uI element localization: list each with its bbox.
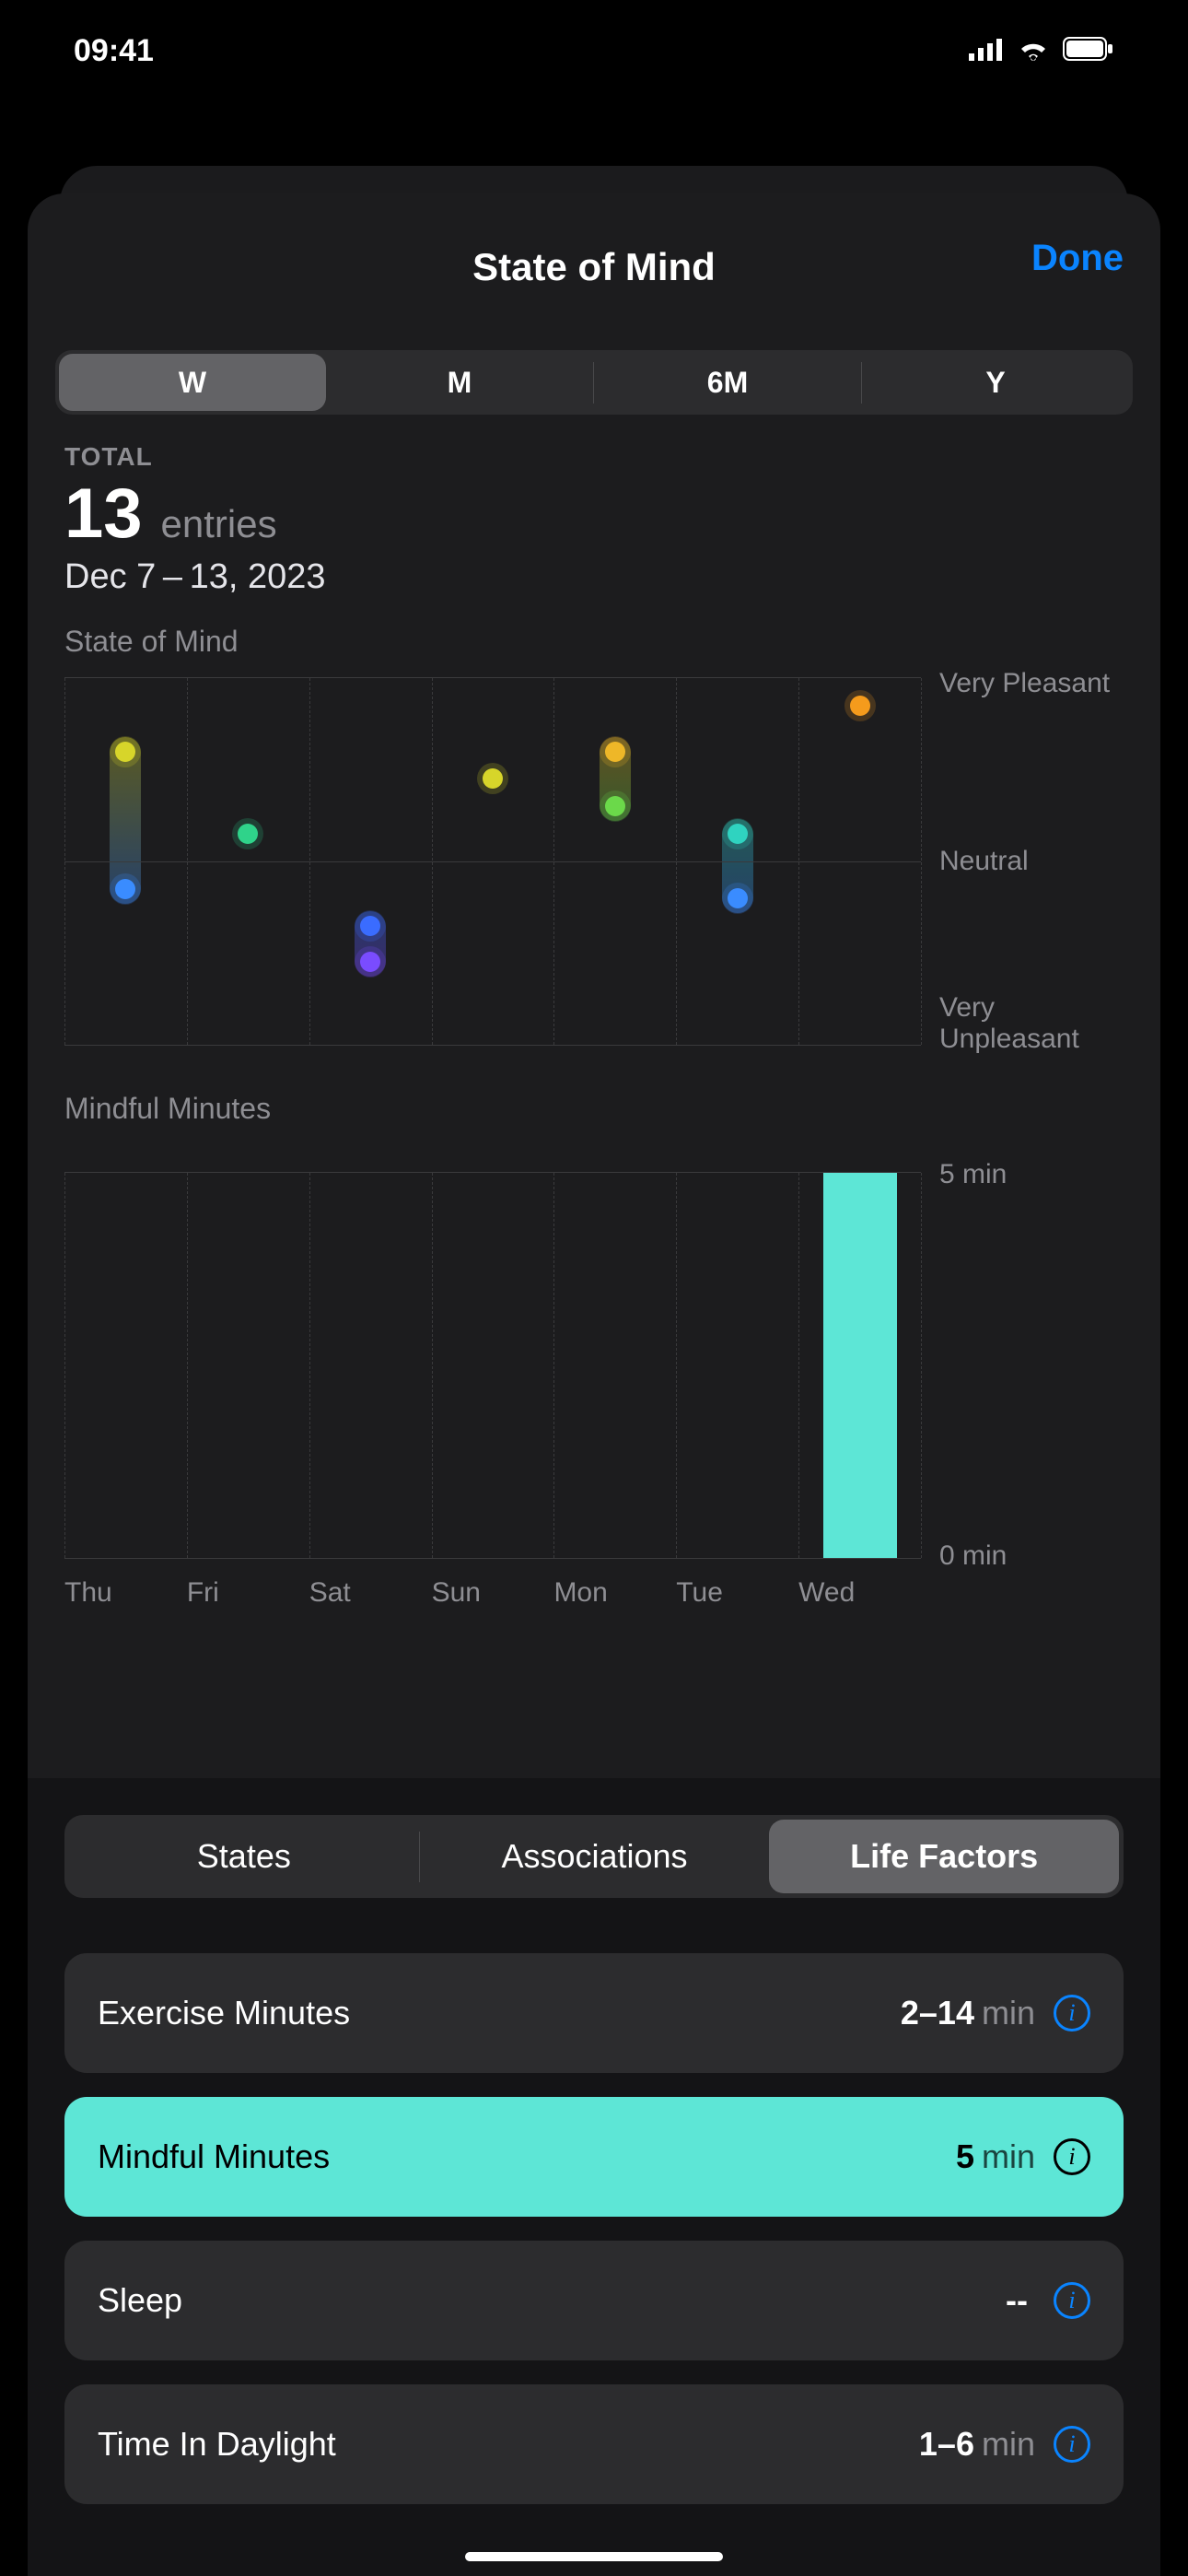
info-icon[interactable]: i (1054, 2282, 1090, 2319)
factor-exercise-minutes[interactable]: Exercise Minutes 2–14 min i (64, 1953, 1124, 2073)
summary-count: 13 (64, 474, 143, 554)
chart-title-mm: Mindful Minutes (64, 1092, 1124, 1126)
day-label: Mon (553, 1577, 676, 1609)
factor-time-in-daylight[interactable]: Time In Daylight 1–6 min i (64, 2384, 1124, 2504)
day-label: Tue (676, 1577, 798, 1609)
factor-mindful-minutes[interactable]: Mindful Minutes 5 min i (64, 2097, 1124, 2217)
factor-unit: min (982, 1994, 1035, 2032)
chart-title-som: State of Mind (64, 625, 1124, 659)
day-label: Fri (187, 1577, 309, 1609)
factor-sleep[interactable]: Sleep -- i (64, 2241, 1124, 2360)
day-label: Sat (309, 1577, 432, 1609)
day-label: Thu (64, 1577, 187, 1609)
som-plot-area (64, 677, 921, 1046)
som-axis-bot: Very Unpleasant (939, 992, 1124, 1055)
mm-y-axis: 5 min 0 min (921, 1172, 1124, 1559)
som-axis-top: Very Pleasant (939, 668, 1110, 699)
sheet: State of Mind Done W M 6M Y TOTAL 13 ent… (28, 193, 1160, 2576)
life-factors-panel: States Associations Life Factors Exercis… (28, 1778, 1160, 2576)
mm-plot-area (64, 1172, 921, 1559)
battery-icon (1063, 33, 1114, 69)
range-tab-week[interactable]: W (59, 354, 326, 411)
som-y-axis: Very Pleasant Neutral Very Unpleasant (921, 677, 1124, 1046)
home-indicator[interactable] (465, 2552, 723, 2561)
factor-value: -- (1006, 2281, 1028, 2320)
factor-name: Time In Daylight (98, 2425, 919, 2464)
summary-label: TOTAL (64, 442, 1124, 472)
tab-life-factors[interactable]: Life Factors (769, 1820, 1119, 1893)
range-tab-month[interactable]: M (326, 354, 593, 411)
detail-segmented-control[interactable]: States Associations Life Factors (64, 1815, 1124, 1898)
summary-block: TOTAL 13 entries Dec 7 – 13, 2023 (64, 442, 1124, 597)
mm-axis-top: 5 min (939, 1159, 1007, 1190)
factor-value: 2–14 (901, 1994, 974, 2032)
tab-states[interactable]: States (69, 1820, 419, 1893)
status-time: 09:41 (74, 33, 154, 69)
state-of-mind-chart: State of Mind Very Pleasant Neutral Very… (64, 625, 1124, 1609)
sheet-header: State of Mind Done (28, 230, 1160, 304)
tab-associations[interactable]: Associations (420, 1820, 770, 1893)
factor-unit: min (982, 2425, 1035, 2464)
range-tab-year[interactable]: Y (862, 354, 1129, 411)
som-axis-mid: Neutral (939, 846, 1029, 877)
factor-unit: min (982, 2137, 1035, 2176)
summary-unit: entries (161, 502, 277, 546)
info-icon[interactable]: i (1054, 2426, 1090, 2463)
day-label: Wed (798, 1577, 921, 1609)
status-bar: 09:41 (0, 0, 1188, 101)
range-tab-6month[interactable]: 6M (594, 354, 861, 411)
info-icon[interactable]: i (1054, 2138, 1090, 2175)
done-button[interactable]: Done (1031, 238, 1124, 279)
factor-list: Exercise Minutes 2–14 min i Mindful Minu… (46, 1953, 1142, 2504)
mm-axis-bot: 0 min (939, 1540, 1007, 1572)
range-segmented-control[interactable]: W M 6M Y (55, 350, 1133, 415)
wifi-icon (1017, 33, 1050, 69)
status-indicators (969, 33, 1114, 69)
factor-value: 1–6 (919, 2425, 974, 2464)
factor-value: 5 (956, 2137, 974, 2176)
x-axis-day-labels: Thu Fri Sat Sun Mon Tue Wed (64, 1577, 1124, 1609)
factor-name: Sleep (98, 2281, 1006, 2320)
summary-date-range: Dec 7 – 13, 2023 (64, 557, 1124, 597)
page-title: State of Mind (472, 245, 716, 289)
day-label: Sun (432, 1577, 554, 1609)
factor-name: Exercise Minutes (98, 1994, 901, 2032)
factor-name: Mindful Minutes (98, 2137, 956, 2176)
cellular-icon (969, 33, 1004, 69)
info-icon[interactable]: i (1054, 1995, 1090, 2032)
